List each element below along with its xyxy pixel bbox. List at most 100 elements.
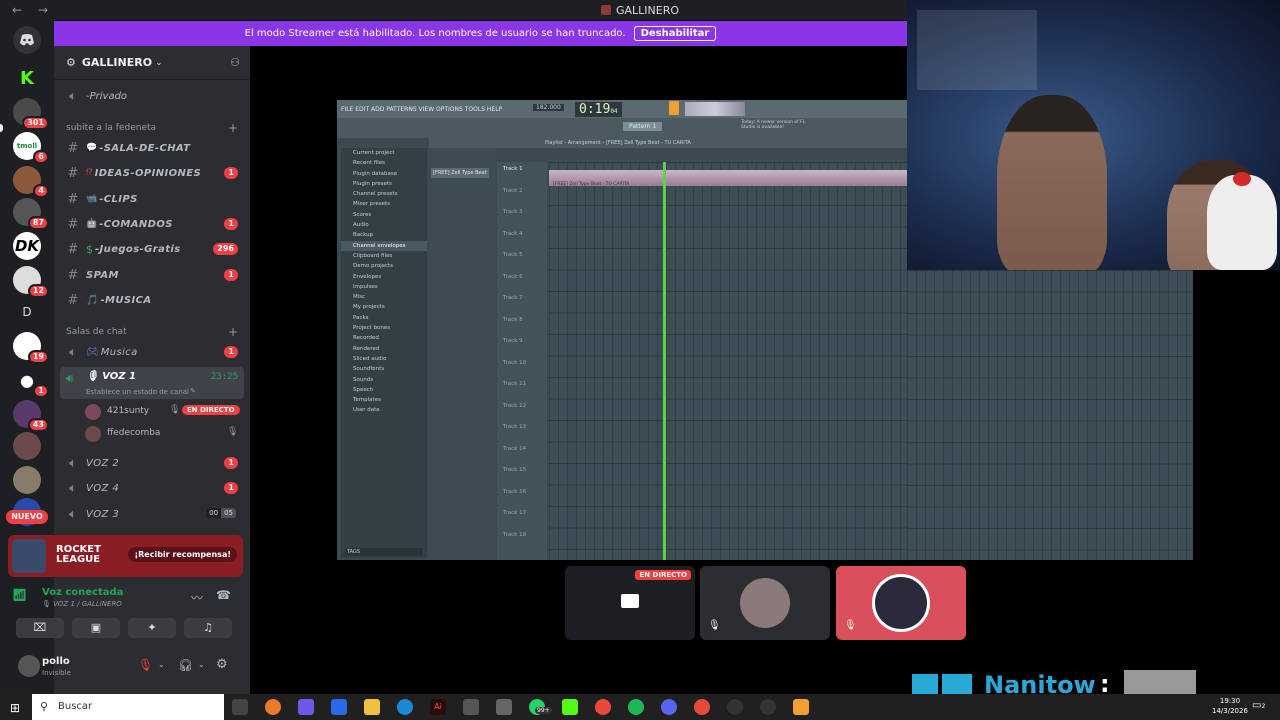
rooster-image bbox=[1207, 175, 1277, 270]
text-channel[interactable]: # $ -Juegos-Gratis 296 bbox=[62, 238, 244, 260]
camera-toggle-button[interactable]: ⌧ bbox=[16, 618, 64, 638]
text-channel[interactable]: # 🤖 -COMANDOS 1 bbox=[62, 213, 244, 235]
fl-studio-icon[interactable] bbox=[793, 699, 809, 715]
voice-channel-musica[interactable]: 🔈︎ 🎮︎ Musica 1 bbox=[62, 341, 244, 363]
channel-status[interactable]: Establece un estado de canal bbox=[86, 388, 189, 396]
voice-status-title[interactable]: Voz conectada bbox=[42, 587, 123, 598]
headphones-icon[interactable]: 🎧︎ bbox=[178, 658, 193, 672]
voice-user[interactable]: ffedecomba 🎙︎ bbox=[85, 425, 245, 443]
server-kick[interactable]: K bbox=[13, 64, 41, 92]
spotify-icon[interactable] bbox=[628, 699, 644, 715]
hash-icon: # bbox=[67, 241, 79, 257]
server-dk[interactable]: DK bbox=[13, 232, 41, 260]
server-3[interactable]: 4 bbox=[13, 166, 49, 198]
clock[interactable]: 19:30 14/3/2026 bbox=[1212, 696, 1248, 716]
streamer-person bbox=[997, 95, 1107, 270]
voice-channel-voz1[interactable]: 🔊︎ 🎙︎ VOZ 1 23:25 Establece un estado de… bbox=[60, 367, 244, 399]
username[interactable]: pollo bbox=[42, 656, 70, 667]
chrome-icon[interactable] bbox=[595, 699, 611, 715]
text-channel[interactable]: # 💬 -SALA-DE-CHAT bbox=[62, 137, 244, 159]
add-channel-icon[interactable]: + bbox=[228, 325, 238, 339]
server-6[interactable]: 19 bbox=[13, 332, 49, 364]
mic-muted-icon[interactable]: 🎙︎ bbox=[138, 658, 153, 672]
notification-icon[interactable]: ▭2 bbox=[1252, 700, 1265, 711]
discord-home-icon[interactable] bbox=[13, 26, 41, 54]
server-icon: ⚙ bbox=[66, 56, 76, 69]
app-icon[interactable] bbox=[727, 699, 743, 715]
banner-text: El modo Streamer está habilitado. Los no… bbox=[244, 28, 626, 39]
search-box[interactable]: ⚲ Buscar bbox=[32, 694, 224, 720]
claim-reward-button[interactable]: ¡Recibir recompensa! bbox=[128, 547, 237, 562]
discord-icon[interactable] bbox=[661, 699, 677, 715]
disconnect-icon[interactable]: ☎ bbox=[216, 588, 231, 602]
speaker-icon: 🔈︎ bbox=[69, 455, 77, 471]
edit-icon[interactable]: ✎ bbox=[190, 387, 196, 395]
file-explorer-icon[interactable] bbox=[364, 699, 380, 715]
kick-icon[interactable] bbox=[562, 699, 578, 715]
chevron-down-icon[interactable]: ⌄ bbox=[198, 660, 205, 669]
illustrator-icon[interactable]: Ai bbox=[430, 699, 446, 715]
text-channel[interactable]: # SPAM 1 bbox=[62, 264, 244, 286]
obs-icon[interactable] bbox=[760, 699, 776, 715]
chrome-icon[interactable] bbox=[694, 699, 710, 715]
add-channel-icon[interactable]: + bbox=[228, 121, 238, 135]
muted-icon: 🎙︎ bbox=[708, 620, 721, 631]
store-icon[interactable] bbox=[463, 699, 479, 715]
activities-button[interactable]: ✦ bbox=[128, 618, 176, 638]
server-5[interactable]: 12 bbox=[13, 266, 49, 298]
voice-status-channel[interactable]: 🎙︎ VOZ 1 / GALLINERO bbox=[42, 600, 122, 608]
fl-studio-stream[interactable]: FILE EDIT ADD PATTERNS VIEW OPTIONS TOOL… bbox=[337, 100, 907, 560]
edge-icon[interactable] bbox=[397, 699, 413, 715]
server-7[interactable]: 43 bbox=[13, 400, 49, 432]
unread-badge: 6 bbox=[33, 150, 49, 164]
whatsapp-icon[interactable]: 99+ bbox=[529, 699, 552, 715]
mention-badge: 1 bbox=[224, 269, 238, 281]
screen-share-button[interactable]: ▣ bbox=[72, 618, 120, 638]
category-label[interactable]: subite a la fedeneta bbox=[66, 123, 156, 133]
server-header[interactable]: ⚙ GALLINERO ⌄ ⚇ bbox=[54, 46, 250, 80]
mention-badge: 1 bbox=[224, 482, 238, 494]
voice-channel-voz3[interactable]: 🔈︎ VOZ 3 00 05 bbox=[62, 503, 244, 525]
app-icon[interactable] bbox=[331, 699, 347, 715]
noise-suppression-icon[interactable]: 〰 bbox=[191, 589, 203, 606]
deafened-icon: 🎙︎ bbox=[169, 405, 181, 415]
app-icon[interactable] bbox=[298, 699, 314, 715]
rocket-league-promo[interactable]: ROCKET LEAGUE ¡Recibir recompensa! bbox=[8, 535, 243, 577]
chevron-down-icon[interactable]: ⌄ bbox=[158, 660, 165, 669]
text-channel[interactable]: # ⁉ IDEAS-OPINIONES 1 bbox=[62, 162, 244, 184]
search-placeholder: Buscar bbox=[58, 701, 93, 712]
mention-badge: 1 bbox=[224, 457, 238, 469]
calculator-icon[interactable] bbox=[496, 699, 512, 715]
settings-gear-icon[interactable]: ⚙ bbox=[216, 657, 228, 672]
selected-pill bbox=[0, 124, 3, 132]
server-d[interactable]: D bbox=[13, 298, 41, 326]
avatar[interactable] bbox=[18, 655, 40, 677]
brave-icon[interactable] bbox=[265, 699, 281, 715]
category-label[interactable]: Salas de chat bbox=[66, 327, 127, 337]
brand-logo-icon bbox=[942, 674, 972, 696]
user-tile-pollo[interactable]: 🎙︎ bbox=[836, 566, 966, 640]
windows-start-icon[interactable]: ⊞ bbox=[10, 701, 20, 715]
stream-tile-screen[interactable]: EN DIRECTO bbox=[565, 566, 695, 640]
voice-channel-voz2[interactable]: 🔈︎ VOZ 21 bbox=[62, 452, 244, 474]
voice-user[interactable]: 421sunty 🎙︎ EN DIRECTO bbox=[85, 403, 245, 421]
disable-streamer-mode-button[interactable]: Deshabilitar bbox=[633, 26, 717, 41]
server-4[interactable]: 87 bbox=[13, 198, 49, 230]
text-channel[interactable]: # 🎵 -MUSICA bbox=[62, 289, 244, 311]
user-tile-ffedecomba[interactable]: 🎙︎ bbox=[700, 566, 830, 640]
task-view-icon[interactable] bbox=[232, 699, 248, 715]
server-8[interactable] bbox=[13, 432, 41, 460]
server-2[interactable]: tmoll 6 bbox=[13, 132, 49, 164]
server-1[interactable]: 301 bbox=[13, 98, 49, 130]
text-channel[interactable]: # 📹 -CLIPS bbox=[62, 188, 244, 210]
voice-channel-voz4[interactable]: 🔈︎ VOZ 41 bbox=[62, 477, 244, 499]
apple-icon: ● bbox=[20, 370, 34, 390]
soundboard-button[interactable]: ♫ bbox=[184, 618, 232, 638]
new-badge[interactable]: NUEVO bbox=[6, 510, 48, 524]
server-9[interactable] bbox=[13, 466, 41, 494]
signal-icon[interactable]: 📶︎ bbox=[12, 588, 27, 602]
voice-channel-privado[interactable]: 🔈︎ -Privado bbox=[62, 85, 244, 107]
muted-icon: 🎙︎ bbox=[844, 620, 857, 631]
invite-people-icon[interactable]: ⚇ bbox=[230, 56, 240, 69]
server-apple[interactable]: ● 1 bbox=[13, 366, 49, 398]
